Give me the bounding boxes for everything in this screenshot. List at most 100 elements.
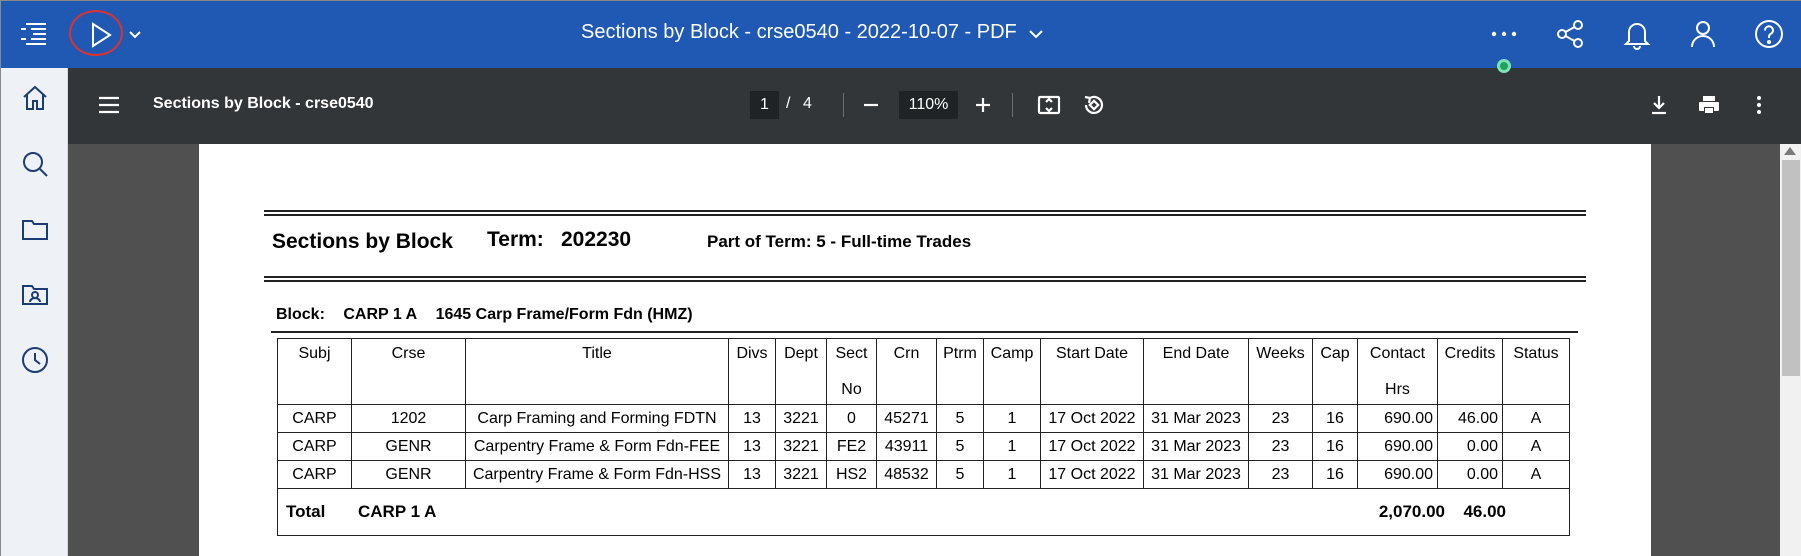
cell-start-date: 17 Oct 2022 bbox=[1040, 404, 1144, 433]
column-header: Subj bbox=[277, 338, 352, 405]
term-value: 202230 bbox=[561, 228, 632, 251]
sections-table: Subj Crse Title Divs Dept Sect No Crn Ptr… bbox=[277, 338, 1570, 489]
cell-end-date: 31 Mar 2023 bbox=[1143, 432, 1249, 461]
run-highlight-circle bbox=[69, 10, 123, 56]
block-line: Block: CARP 1 A 1645 Carp Frame/Form Fdn… bbox=[276, 306, 707, 324]
cell-ptrm: 5 bbox=[936, 432, 984, 461]
column-header: Crse bbox=[351, 338, 466, 405]
cell-weeks: 23 bbox=[1248, 404, 1313, 433]
top-rule bbox=[264, 214, 1586, 216]
cell-crse: GENR bbox=[351, 460, 466, 489]
cell-title: Carpentry Frame & Form Fdn-FEE bbox=[465, 432, 729, 461]
scrollbar-thumb[interactable] bbox=[1782, 160, 1800, 376]
user-profile-icon[interactable] bbox=[1685, 15, 1721, 53]
total-credits: 46.00 bbox=[1463, 502, 1506, 521]
cell-status: A bbox=[1502, 404, 1570, 433]
zoom-in-icon[interactable] bbox=[971, 93, 995, 117]
block-rule bbox=[271, 331, 1578, 333]
block-code: CARP 1 A bbox=[343, 306, 418, 323]
fit-to-page-icon[interactable] bbox=[1036, 92, 1062, 118]
cell-cap: 16 bbox=[1312, 404, 1358, 433]
page-total: 4 bbox=[803, 95, 812, 112]
cell-sect: 0 bbox=[826, 404, 877, 433]
cell-crse: 1202 bbox=[351, 404, 466, 433]
cell-ptrm: 5 bbox=[936, 460, 984, 489]
cell-dept: 3221 bbox=[775, 404, 827, 433]
top-rule bbox=[264, 210, 1586, 212]
cell-camp: 1 bbox=[983, 404, 1041, 433]
more-vertical-icon[interactable] bbox=[1746, 92, 1772, 118]
cell-title: Carp Framing and Forming FDTN bbox=[465, 404, 729, 433]
cell-weeks: 23 bbox=[1248, 460, 1313, 489]
scroll-up-arrow-icon[interactable] bbox=[1784, 147, 1796, 155]
table-row: CARP GENR Carpentry Frame & Form Fdn-HSS… bbox=[277, 460, 1570, 489]
search-icon[interactable] bbox=[17, 146, 53, 182]
cell-sect: HS2 bbox=[826, 460, 877, 489]
total-label: Total bbox=[286, 502, 326, 521]
column-header: Title bbox=[465, 338, 729, 405]
notifications-bell-icon[interactable] bbox=[1619, 15, 1655, 53]
run-options-chevron-icon[interactable] bbox=[127, 25, 143, 45]
cell-sect: FE2 bbox=[826, 432, 877, 461]
block-description: 1645 Carp Frame/Form Fdn (HMZ) bbox=[435, 306, 693, 323]
viewer-title: Sections by Block - crse0540 bbox=[153, 95, 374, 112]
cell-status: A bbox=[1502, 432, 1570, 461]
cell-divs: 13 bbox=[728, 404, 776, 433]
column-header: End Date bbox=[1143, 338, 1249, 405]
navigation-menu-icon[interactable] bbox=[15, 14, 57, 56]
report-title: Sections by Block bbox=[272, 230, 453, 253]
cell-contact-hrs: 690.00 bbox=[1357, 460, 1438, 489]
header-rule bbox=[264, 280, 1586, 282]
page-number-input[interactable]: 1 bbox=[750, 91, 779, 119]
home-icon[interactable] bbox=[17, 80, 53, 116]
column-header: Divs bbox=[728, 338, 776, 405]
table-row: CARP GENR Carpentry Frame & Form Fdn-FEE… bbox=[277, 432, 1570, 461]
cell-credits: 46.00 bbox=[1437, 404, 1503, 433]
page-separator: / bbox=[786, 95, 791, 112]
folder-icon[interactable] bbox=[17, 211, 53, 247]
left-navigation bbox=[1, 68, 68, 556]
toolbar-divider bbox=[843, 93, 844, 117]
my-content-folder-icon[interactable] bbox=[17, 276, 53, 312]
column-header: Camp bbox=[983, 338, 1041, 405]
document-title[interactable]: Sections by Block - crse0540 - 2022-10-0… bbox=[581, 21, 1017, 44]
zoom-out-icon[interactable] bbox=[859, 93, 883, 117]
column-header: Status bbox=[1502, 338, 1570, 405]
help-icon[interactable] bbox=[1751, 15, 1787, 53]
cell-subj: CARP bbox=[277, 404, 352, 433]
download-icon[interactable] bbox=[1646, 92, 1672, 118]
cell-start-date: 17 Oct 2022 bbox=[1040, 460, 1144, 489]
chevron-down-icon[interactable] bbox=[1025, 23, 1047, 45]
cell-camp: 1 bbox=[983, 460, 1041, 489]
cell-crn: 45271 bbox=[876, 404, 937, 433]
cell-subj: CARP bbox=[277, 432, 352, 461]
column-header: Weeks bbox=[1248, 338, 1313, 405]
cell-crn: 43911 bbox=[876, 432, 937, 461]
status-indicator-dot bbox=[1497, 59, 1511, 73]
column-header: Credits bbox=[1437, 338, 1503, 405]
toolbar-divider bbox=[1012, 93, 1013, 117]
share-icon[interactable] bbox=[1552, 15, 1588, 53]
cell-subj: CARP bbox=[277, 460, 352, 489]
cell-divs: 13 bbox=[728, 460, 776, 489]
cell-contact-hrs: 690.00 bbox=[1357, 404, 1438, 433]
term-label: Term: bbox=[487, 228, 544, 251]
more-options-icon[interactable] bbox=[1488, 23, 1520, 45]
table-row: CARP 1202 Carp Framing and Forming FDTN … bbox=[277, 404, 1570, 433]
recent-clock-icon[interactable] bbox=[17, 342, 53, 378]
column-header: Crn bbox=[876, 338, 937, 405]
column-header: Dept bbox=[775, 338, 827, 405]
run-button[interactable] bbox=[69, 10, 127, 56]
total-block-code: CARP 1 A bbox=[358, 502, 437, 521]
hamburger-menu-icon[interactable] bbox=[96, 92, 122, 118]
rotate-icon[interactable] bbox=[1081, 92, 1107, 118]
cell-credits: 0.00 bbox=[1437, 460, 1503, 489]
report-body: Sections by Block Term: 202230 Part of T… bbox=[199, 144, 1651, 556]
zoom-level-input[interactable]: 110% bbox=[899, 91, 958, 119]
cell-weeks: 23 bbox=[1248, 432, 1313, 461]
print-icon[interactable] bbox=[1696, 92, 1722, 118]
total-row: Total CARP 1 A 2,070.00 46.00 bbox=[277, 488, 1570, 536]
cell-dept: 3221 bbox=[775, 432, 827, 461]
column-header: Contact Hrs bbox=[1357, 338, 1438, 405]
cell-crse: GENR bbox=[351, 432, 466, 461]
